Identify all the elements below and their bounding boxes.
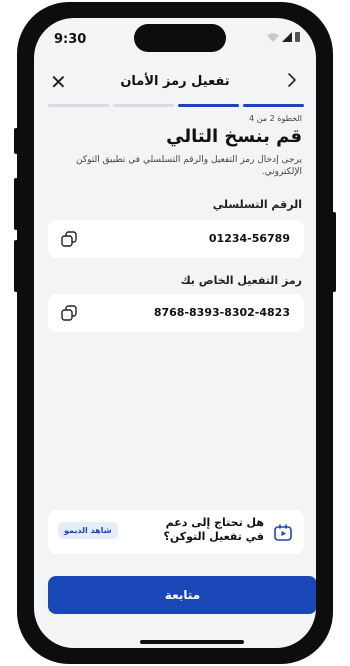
help-text: هل تحتاج إلى دعم في تفعيل التوكن؟ xyxy=(163,516,264,543)
wifi-icon xyxy=(267,32,279,42)
app-screen: 9:30 ✕ تفعيل رمز الأمان الخطوة 2 من 4 قم… xyxy=(34,18,316,648)
heading: قم بنسخ التالي xyxy=(166,126,302,147)
copy-icon[interactable] xyxy=(60,304,78,322)
status-icons xyxy=(267,32,300,42)
video-icon xyxy=(274,524,292,541)
battery-icon xyxy=(295,32,300,42)
mute-switch xyxy=(14,128,18,154)
progress-segment-3 xyxy=(113,104,174,107)
activation-label: رمز التفعيل الخاص بك xyxy=(180,274,302,287)
step-label: الخطوة 2 من 4 xyxy=(249,114,302,123)
activation-value: 8768-8393-8302-4823 xyxy=(153,306,290,319)
serial-card: 01234-56789 xyxy=(48,220,304,258)
chevron-right-icon[interactable] xyxy=(282,70,302,90)
page-title: تفعيل رمز الأمان xyxy=(120,74,230,89)
status-bar: 9:30 xyxy=(34,18,316,62)
watch-demo-button[interactable]: شاهد الديمو xyxy=(58,522,118,539)
power-button xyxy=(332,212,336,292)
close-icon[interactable]: ✕ xyxy=(50,68,67,96)
nav-bar: ✕ تفعيل رمز الأمان xyxy=(34,62,316,102)
help-card: هل تحتاج إلى دعم في تفعيل التوكن؟ شاهد ا… xyxy=(48,510,304,554)
progress-segment-2 xyxy=(178,104,239,107)
step-progress xyxy=(48,104,304,108)
serial-label: الرقم التسلسلي xyxy=(212,198,302,211)
continue-button[interactable]: متابعة xyxy=(48,576,316,614)
volume-up-button xyxy=(14,178,18,230)
signal-icon xyxy=(282,32,292,42)
description: يرجى إدخال رمز التفعيل والرقم التسلسلي ف… xyxy=(76,155,302,177)
progress-segment-4 xyxy=(48,104,109,107)
status-time: 9:30 xyxy=(54,32,87,47)
activation-card: 8768-8393-8302-4823 xyxy=(48,294,304,332)
home-indicator xyxy=(140,640,244,644)
copy-icon[interactable] xyxy=(60,230,78,248)
dynamic-island xyxy=(134,24,226,52)
progress-segment-1 xyxy=(243,104,304,107)
volume-down-button xyxy=(14,240,18,292)
serial-value: 01234-56789 xyxy=(208,232,290,245)
